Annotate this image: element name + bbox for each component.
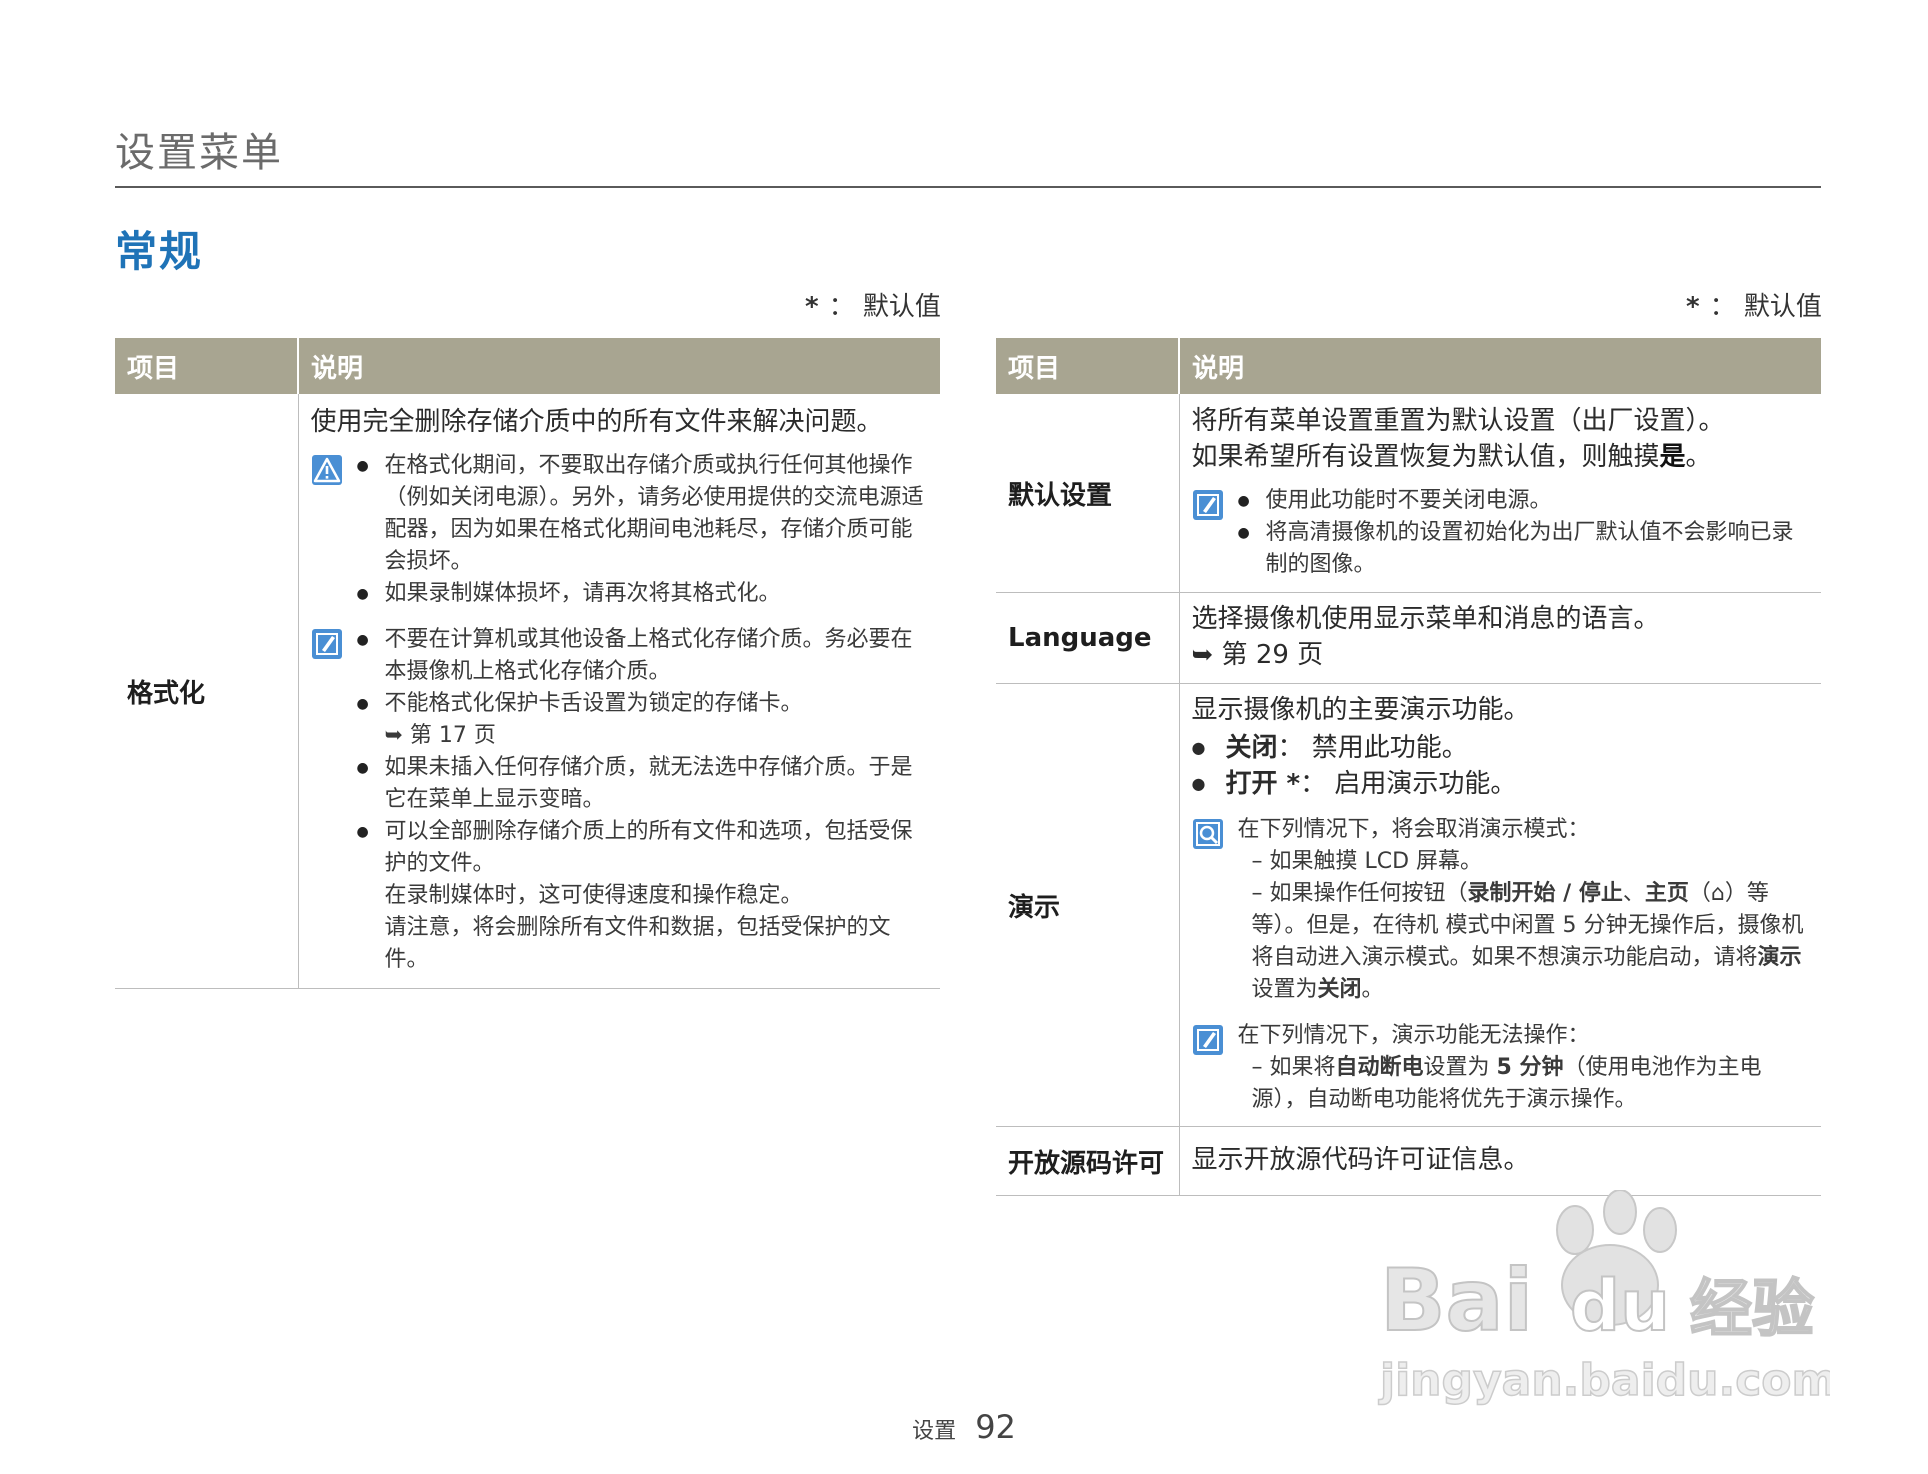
format-description: 使用完全删除存储介质中的所有文件来解决问题。 bbox=[310, 407, 883, 437]
title-divider bbox=[115, 186, 1821, 188]
open-source-description: 显示开放源代码许可证信息。 bbox=[1191, 1145, 1530, 1175]
warning-icon bbox=[311, 455, 342, 485]
column-header-item: 项目 bbox=[996, 338, 1180, 394]
item-language: Language bbox=[996, 592, 1180, 684]
note-bullet: 不要在计算机或其他设备上格式化存储介质。务必要在本摄像机上格式化存储介质。 bbox=[357, 624, 933, 688]
demo-info-intro: 在下列情况下，将会取消演示模式： bbox=[1237, 817, 1590, 842]
demo-note: 在下列情况下，演示功能无法操作： – 如果将自动断电设置为 5 分钟（使用电池作… bbox=[1192, 1020, 1814, 1116]
note-bullet: 如果未插入任何存储介质，就无法选中存储介质。于是它在菜单上显示变暗。 bbox=[357, 752, 933, 816]
default-value-note-left: *： 默认值 bbox=[805, 292, 941, 322]
column-header-item: 项目 bbox=[115, 338, 299, 394]
table-row-language: Language 选择摄像机使用显示菜单和消息的语言。 ➥ 第 29 页 bbox=[996, 592, 1821, 684]
table-row-open-source: 开放源码许可 显示开放源代码许可证信息。 bbox=[996, 1126, 1821, 1196]
demo-note-intro: 在下列情况下，演示功能无法操作： bbox=[1237, 1023, 1590, 1048]
default-settings-note: 使用此功能时不要关闭电源。 将高清摄像机的设置初始化为出厂默认值不会影响已录制的… bbox=[1192, 485, 1814, 581]
info-icon bbox=[1192, 819, 1223, 849]
demo-options: 关闭： 禁用此功能。 打开 *： 启用演示功能。 bbox=[1192, 730, 1814, 802]
table-header-row: 项目 说明 bbox=[115, 338, 940, 394]
demo-note-dash: – 如果将自动断电设置为 5 分钟（使用电池作为主电源），自动断电功能将优先于演… bbox=[1251, 1055, 1762, 1112]
demo-option-off: 关闭： 禁用此功能。 bbox=[1192, 730, 1814, 766]
demo-info-dash-1: – 如果触摸 LCD 屏幕。 bbox=[1251, 849, 1483, 874]
column-header-description: 说明 bbox=[1179, 338, 1821, 394]
demo-info-note: 在下列情况下，将会取消演示模式： – 如果触摸 LCD 屏幕。 – 如果操作任何… bbox=[1192, 814, 1814, 1006]
format-note: 不要在计算机或其他设备上格式化存储介质。务必要在本摄像机上格式化存储介质。 不能… bbox=[311, 624, 933, 976]
column-header-description: 说明 bbox=[298, 338, 940, 394]
default-value-note-right: *： 默认值 bbox=[1686, 292, 1822, 322]
home-icon: （⌂） bbox=[1688, 881, 1747, 906]
baidu-watermark-logo: Bai du 经验 jingyan.baidu.com bbox=[1377, 1190, 1830, 1407]
note-bullet: 不能格式化保护卡舌设置为锁定的存储卡。➥ 第 17 页 bbox=[357, 688, 933, 752]
section-title: 常规 bbox=[115, 227, 204, 276]
note-bullet: 可以全部删除存储介质上的所有文件和选项，包括受保护的文件。在录制媒体时，这可使得… bbox=[357, 816, 933, 976]
settings-table-right: 项目 说明 默认设置 将所有菜单设置重置为默认设置（出厂设置）。 如果希望所有设… bbox=[996, 338, 1821, 1196]
format-warning: 在格式化期间，不要取出存储介质或执行任何其他操作（例如关闭电源）。另外，请务必使… bbox=[311, 450, 933, 610]
watermark-brand-2: du bbox=[1570, 1265, 1670, 1347]
watermark-suffix: 经验 bbox=[1690, 1272, 1814, 1345]
note-icon bbox=[311, 629, 342, 659]
page-footer: 设置 92 bbox=[0, 1408, 1928, 1446]
demo-description: 显示摄像机的主要演示功能。 bbox=[1191, 695, 1530, 725]
item-demo: 演示 bbox=[996, 683, 1180, 1127]
demo-info-dash-2: – 如果操作任何按钮（录制开始 / 停止、主页（⌂）等等）。但是，在待机 模式中… bbox=[1251, 881, 1804, 1002]
language-description: 选择摄像机使用显示菜单和消息的语言。 ➥ 第 29 页 bbox=[1191, 604, 1660, 670]
warning-bullet: 如果录制媒体损坏，请再次将其格式化。 bbox=[357, 578, 933, 610]
note-bullet: 将高清摄像机的设置初始化为出厂默认值不会影响已录制的图像。 bbox=[1238, 517, 1814, 581]
table-header-row: 项目 说明 bbox=[996, 338, 1821, 394]
note-bullet: 使用此功能时不要关闭电源。 bbox=[1238, 485, 1814, 517]
item-format: 格式化 bbox=[115, 394, 299, 989]
table-row-default-settings: 默认设置 将所有菜单设置重置为默认设置（出厂设置）。 如果希望所有设置恢复为默认… bbox=[996, 394, 1821, 593]
note-icon bbox=[1192, 1025, 1223, 1055]
item-default-settings: 默认设置 bbox=[996, 394, 1180, 593]
settings-table-left: 项目 说明 格式化 使用完全删除存储介质中的所有文件来解决问题。 在格式化期间，… bbox=[115, 338, 940, 989]
table-row-format: 格式化 使用完全删除存储介质中的所有文件来解决问题。 在格式化期间，不要取出存储… bbox=[115, 394, 940, 989]
item-open-source: 开放源码许可 bbox=[996, 1126, 1180, 1196]
warning-bullet: 在格式化期间，不要取出存储介质或执行任何其他操作（例如关闭电源）。另外，请务必使… bbox=[357, 450, 933, 578]
watermark-brand: Bai bbox=[1380, 1251, 1533, 1351]
page-reference[interactable]: ➥ 第 29 页 bbox=[1192, 640, 1324, 670]
page-title: 设置菜单 bbox=[115, 130, 283, 176]
watermark-url: jingyan.baidu.com bbox=[1378, 1355, 1830, 1406]
demo-option-on: 打开 *： 启用演示功能。 bbox=[1192, 766, 1814, 802]
note-icon bbox=[1192, 490, 1223, 520]
default-settings-description: 将所有菜单设置重置为默认设置（出厂设置）。 如果希望所有设置恢复为默认值，则触摸… bbox=[1191, 406, 1725, 472]
table-row-demo: 演示 显示摄像机的主要演示功能。 关闭： 禁用此功能。 打开 *： 启用演示功能… bbox=[996, 683, 1821, 1127]
footer-section: 设置 bbox=[912, 1419, 957, 1444]
page-number: 92 bbox=[975, 1408, 1016, 1446]
page-reference[interactable]: ➥ 第 17 页 bbox=[385, 723, 496, 748]
